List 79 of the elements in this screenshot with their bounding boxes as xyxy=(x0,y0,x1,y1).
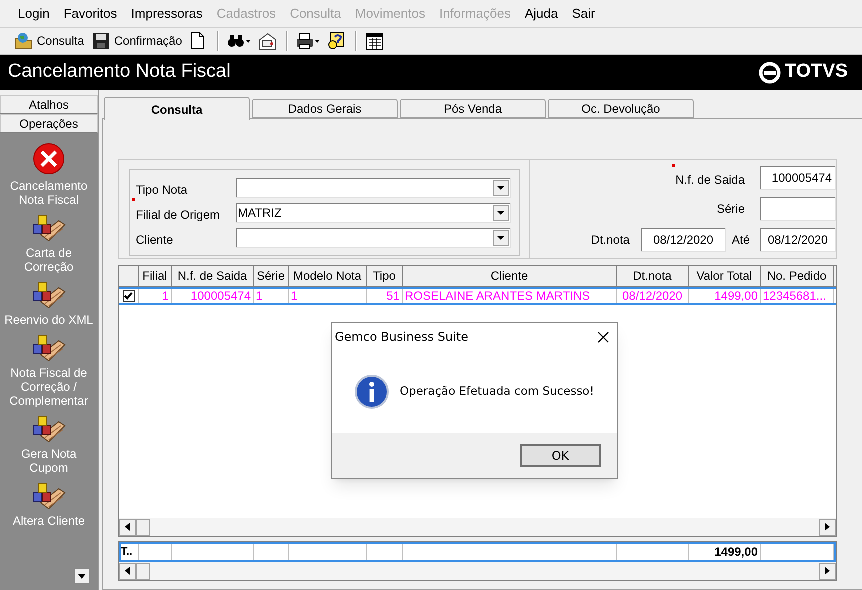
window-title: Cancelamento Nota Fiscal xyxy=(8,60,231,84)
column-header[interactable]: Valor Total xyxy=(689,266,761,286)
dialog-title: Gemco Business Suite xyxy=(335,329,468,346)
table-cell: 1499,00 xyxy=(689,544,761,560)
consult-button[interactable]: Consulta xyxy=(14,30,86,52)
field-label: N.f. de Saida xyxy=(676,173,745,187)
logo-text: TOTVS xyxy=(785,60,848,84)
tab[interactable]: Dados Gerais xyxy=(252,99,398,118)
menu-item[interactable]: Sair xyxy=(572,4,596,24)
menu-item[interactable]: Login xyxy=(18,4,50,24)
info-icon xyxy=(355,375,389,409)
scroll-down-button[interactable] xyxy=(74,568,90,584)
column-header[interactable]: Modelo Nota xyxy=(289,266,367,286)
scroll-right-icon[interactable] xyxy=(825,567,830,575)
field-label: Tipo Nota xyxy=(136,183,188,197)
tab[interactable]: Consulta xyxy=(104,97,250,120)
table-cell: 1 xyxy=(254,289,289,303)
field-label: Série xyxy=(716,202,745,216)
dropdown-arrow-icon[interactable] xyxy=(497,210,505,214)
scroll-down-icon xyxy=(78,574,86,578)
dropdown-arrow-icon[interactable] xyxy=(497,236,505,240)
building-blocks-icon[interactable] xyxy=(31,280,67,310)
column-header[interactable]: Filial xyxy=(139,266,172,286)
printer-icon[interactable] xyxy=(296,32,322,50)
menu-item[interactable]: Ajuda xyxy=(525,4,558,24)
scroll-left-icon[interactable] xyxy=(125,567,130,575)
text-field[interactable] xyxy=(760,197,836,221)
dropdown-arrow-icon[interactable] xyxy=(497,186,505,190)
column-header[interactable]: No. Pedido xyxy=(761,266,834,286)
scroll-left-icon[interactable] xyxy=(125,523,130,531)
text-field[interactable]: 08/12/2020 xyxy=(760,228,836,252)
column-header[interactable]: Série xyxy=(254,266,289,286)
dropdown-field[interactable] xyxy=(236,228,511,248)
help-icon[interactable] xyxy=(327,32,348,50)
table-cell: 1 xyxy=(139,289,172,303)
checkbox[interactable] xyxy=(122,290,134,302)
horizontal-scrollbar[interactable] xyxy=(119,518,836,536)
table-cell: 51 xyxy=(367,289,403,303)
text-field[interactable]: 08/12/2020 xyxy=(640,228,726,252)
text-field[interactable]: 100005474 xyxy=(760,166,836,190)
dropdown-field[interactable]: MATRIZ xyxy=(236,202,511,222)
calendar-icon[interactable] xyxy=(365,32,386,50)
field-label: Até xyxy=(732,233,750,247)
table-cell: 12345681... xyxy=(761,289,834,303)
scroll-right-icon[interactable] xyxy=(825,523,830,531)
field-label: Dt.nota xyxy=(591,233,630,247)
building-blocks-icon[interactable] xyxy=(31,333,67,363)
save-button[interactable]: Confirmação xyxy=(91,30,184,52)
field-label: Filial de Origem xyxy=(136,208,220,222)
tab[interactable]: Pós Venda xyxy=(400,99,546,118)
tab[interactable]: Oc. Devolução xyxy=(548,99,694,118)
field-label: Cliente xyxy=(136,233,174,247)
menu-item[interactable]: Favoritos xyxy=(64,4,118,24)
scroll-thumb[interactable] xyxy=(136,518,150,536)
close-icon[interactable] xyxy=(598,332,609,342)
dropdown-field[interactable] xyxy=(236,178,511,198)
building-blocks-icon[interactable] xyxy=(31,481,67,511)
scroll-thumb[interactable] xyxy=(136,562,150,580)
folder-globe-icon xyxy=(15,32,34,50)
sidebar-tab[interactable]: Atalhos xyxy=(0,95,98,114)
dialog-message: Operação Efetuada com Sucesso! xyxy=(400,383,594,400)
logo-icon xyxy=(759,62,781,84)
ok-button[interactable]: OK xyxy=(520,444,601,467)
table-cell: ROSELAINE ARANTES MARTINS xyxy=(403,289,617,303)
sidebar-tab[interactable]: Operações xyxy=(0,114,98,133)
column-header[interactable]: Cliente xyxy=(403,266,617,286)
column-header[interactable]: N.f. de Saida xyxy=(172,266,254,286)
menu-item[interactable]: Impressoras xyxy=(131,4,203,24)
cancel-icon[interactable] xyxy=(32,143,66,176)
table-cell: T.. xyxy=(121,544,139,560)
table-cell: 1 xyxy=(289,289,367,303)
table-cell: 100005474 xyxy=(172,289,254,303)
horizontal-scrollbar[interactable] xyxy=(119,562,836,580)
table-cell: 1499,00 xyxy=(689,289,761,303)
column-header[interactable]: Tipo xyxy=(367,266,403,286)
column-header[interactable]: Dt.nota xyxy=(617,266,689,286)
table-cell: 08/12/2020 xyxy=(617,289,689,303)
building-blocks-icon[interactable] xyxy=(31,414,67,444)
building-blocks-icon[interactable] xyxy=(31,213,67,243)
